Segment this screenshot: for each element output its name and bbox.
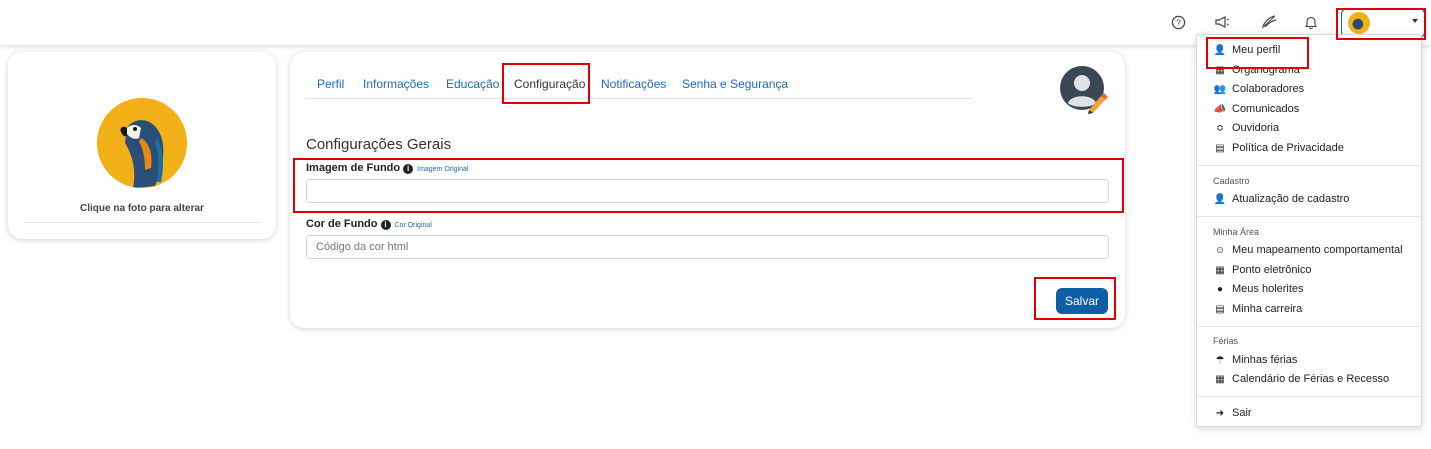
menu-item-calendario-ferias[interactable]: ▦ Calendário de Férias e Recesso (1213, 371, 1389, 387)
users-icon: 👥 (1213, 83, 1227, 95)
menu-item-label: Meu perfil (1232, 44, 1281, 56)
tab-educacao[interactable]: Educação (446, 77, 499, 91)
chevron-down-icon (1412, 19, 1418, 23)
menu-item-holerites[interactable]: ● Meus holerites (1213, 281, 1304, 297)
sitemap-icon: ▦ (1215, 64, 1225, 76)
save-button[interactable]: Salvar (1056, 288, 1108, 314)
bg-color-label-text: Cor de Fundo (306, 218, 378, 230)
tab-perfil[interactable]: Perfil (317, 77, 344, 91)
megaphone-icon[interactable] (1212, 12, 1232, 32)
megaphone-icon: 📣 (1213, 103, 1227, 115)
section-header-cadastro: Cadastro (1213, 176, 1250, 186)
divider (24, 222, 260, 223)
money-icon: ● (1216, 283, 1224, 295)
menu-item-label: Meu mapeamento comportamental (1232, 244, 1403, 256)
menu-item-label: Ponto eletrônico (1232, 264, 1312, 276)
tab-senha-seguranca[interactable]: Senha e Segurança (682, 77, 788, 91)
menu-item-mapeamento[interactable]: ☺ Meu mapeamento comportamental (1213, 242, 1403, 258)
settings-card: Perfil Informações Educação Configuração… (290, 52, 1125, 328)
menu-item-label: Minha carreira (1232, 303, 1303, 315)
sign-out-icon: ➜ (1215, 407, 1225, 419)
divider (1197, 326, 1421, 327)
change-photo-caption: Clique na foto para alterar (80, 203, 204, 214)
menu-item-ponto-eletronico[interactable]: ▦ Ponto eletrônico (1213, 262, 1312, 278)
menu-item-label: Política de Privacidade (1232, 142, 1344, 154)
user-dropdown-menu: 👤 Meu perfil ▦ Organograma 👥 Colaboradores … (1196, 34, 1422, 427)
menu-item-label: Minhas férias (1232, 354, 1298, 366)
divider (1197, 165, 1421, 166)
section-title: Configurações Gerais (306, 136, 452, 153)
tab-configuracao[interactable]: Configuração (514, 77, 585, 91)
tabs-underline (306, 98, 972, 99)
bg-image-label-text: Imagem de Fundo (306, 162, 401, 174)
menu-item-colaboradores[interactable]: 👥 Colaboradores (1213, 81, 1304, 97)
avatar (1348, 12, 1370, 34)
bg-color-label: Cor de Fundo i Cor Original (306, 218, 432, 230)
menu-item-label: Atualização de cadastro (1232, 193, 1350, 205)
original-color-link[interactable]: Cor Original (395, 222, 432, 229)
bell-icon[interactable] (1301, 12, 1321, 32)
profile-photo-card: Clique na foto para alterar (8, 52, 276, 239)
menu-item-label: Organograma (1232, 64, 1300, 76)
tab-informacoes[interactable]: Informações (363, 77, 429, 91)
menu-item-label: Ouvidoria (1232, 122, 1280, 134)
tab-notificacoes[interactable]: Notificações (601, 77, 666, 91)
menu-item-label: Colaboradores (1232, 83, 1305, 95)
section-header-minha-area: Minha Área (1213, 227, 1260, 237)
user-icon: 👤 (1213, 193, 1227, 205)
profile-picture-edit[interactable] (1060, 66, 1108, 114)
document-icon: ▤ (1215, 142, 1225, 154)
brain-icon: ☺ (1214, 244, 1226, 256)
user-icon: 👤 (1213, 44, 1227, 56)
briefcase-icon: ▤ (1215, 303, 1225, 315)
ouvidoria-icon: ≎ (1215, 122, 1225, 134)
menu-item-meu-perfil[interactable]: 👤 Meu perfil (1213, 42, 1281, 58)
profile-photo[interactable] (97, 98, 187, 188)
menu-item-label: Sair (1232, 407, 1252, 419)
menu-item-carreira[interactable]: ▤ Minha carreira (1213, 301, 1302, 317)
menu-item-sair[interactable]: ➜ Sair (1213, 405, 1252, 421)
menu-item-comunicados[interactable]: 📣 Comunicados (1213, 101, 1300, 117)
menu-item-minhas-ferias[interactable]: ☂ Minhas férias (1213, 352, 1298, 368)
calendar-icon: ▦ (1215, 373, 1225, 385)
menu-item-label: Calendário de Férias e Recesso (1232, 373, 1390, 385)
bg-image-input[interactable] (306, 179, 1109, 203)
original-image-link[interactable]: Imagem Original (417, 166, 468, 173)
info-icon[interactable]: i (380, 220, 391, 230)
ouvidoria-icon[interactable] (1258, 12, 1278, 32)
menu-item-label: Meus holerites (1232, 283, 1304, 295)
divider (1197, 216, 1421, 217)
menu-item-atualizacao-cadastro[interactable]: 👤 Atualização de cadastro (1213, 191, 1350, 207)
menu-item-label: Comunicados (1232, 103, 1300, 115)
menu-item-organograma[interactable]: ▦ Organograma (1213, 62, 1300, 78)
umbrella-beach-icon: ☂ (1215, 354, 1225, 366)
info-icon[interactable]: i (403, 164, 414, 174)
divider (1197, 396, 1421, 397)
svg-text:?: ? (1176, 17, 1181, 27)
section-header-ferias: Férias (1213, 336, 1239, 346)
menu-item-politica-privacidade[interactable]: ▤ Política de Privacidade (1213, 140, 1344, 156)
bg-color-input[interactable] (306, 235, 1109, 259)
help-icon[interactable]: ? (1168, 12, 1188, 32)
menu-item-ouvidoria[interactable]: ≎ Ouvidoria (1213, 120, 1279, 136)
bg-image-label: Imagem de Fundo i Imagem Original (306, 162, 468, 174)
id-card-icon: ▦ (1215, 264, 1225, 276)
